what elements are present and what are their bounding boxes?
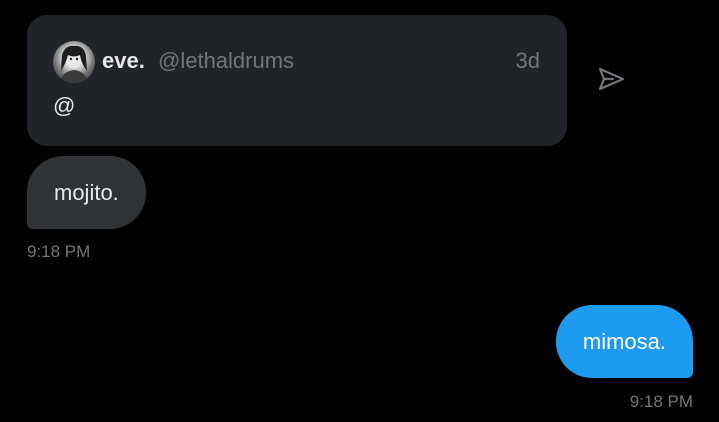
share-button[interactable] — [595, 65, 627, 97]
message-timestamp: 9:18 PM — [629, 392, 693, 411]
message-timestamp: 9:18 PM — [27, 242, 91, 261]
quoted-post-card[interactable]: eve. @lethaldrums 3d @ — [27, 15, 567, 146]
message-text: mojito. — [54, 179, 119, 205]
author-handle[interactable]: @lethaldrums — [158, 48, 294, 74]
message-bubble-received[interactable]: mojito. — [27, 156, 146, 229]
message-text: mimosa. — [582, 328, 666, 354]
author-name[interactable]: eve. — [102, 48, 145, 74]
send-icon — [596, 64, 626, 99]
post-text: @ — [53, 93, 76, 118]
post-timestamp: 3d — [515, 48, 540, 73]
author-avatar[interactable] — [53, 41, 95, 83]
message-bubble-sent[interactable]: mimosa. — [555, 305, 693, 378]
